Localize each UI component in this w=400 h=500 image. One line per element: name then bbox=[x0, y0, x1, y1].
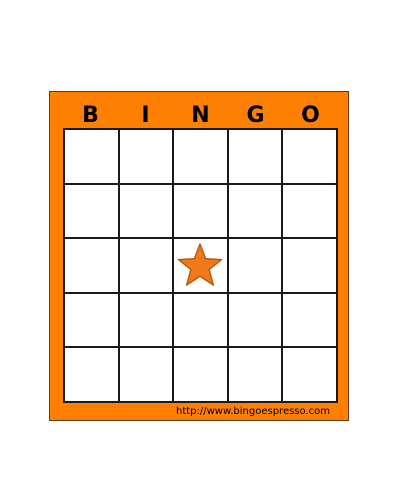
bingo-cell-g5[interactable] bbox=[228, 348, 284, 403]
free-space-cell[interactable] bbox=[174, 239, 229, 294]
bingo-cell-o4[interactable] bbox=[283, 293, 338, 349]
bingo-cell-i2[interactable] bbox=[119, 184, 175, 240]
header-letter-n: N bbox=[191, 102, 210, 128]
header-letter-o: O bbox=[301, 102, 320, 128]
bingo-cell-o2[interactable] bbox=[283, 184, 338, 240]
bingo-cell-o1[interactable] bbox=[283, 130, 338, 185]
bingo-header: B I N G O bbox=[63, 101, 338, 129]
header-letter-b: B bbox=[82, 102, 99, 128]
bingo-cell-b5[interactable] bbox=[65, 348, 120, 403]
star-icon bbox=[178, 243, 223, 287]
header-letter-g: G bbox=[246, 102, 265, 128]
bingo-cell-b2[interactable] bbox=[65, 184, 120, 240]
footer-url-link[interactable]: http://www.bingoespresso.com bbox=[176, 406, 330, 417]
bingo-cell-b3[interactable] bbox=[65, 239, 120, 294]
bingo-cell-b1[interactable] bbox=[65, 130, 120, 185]
bingo-card: B I N G O http://www.bingoespresso.com bbox=[49, 91, 349, 421]
bingo-cell-n1[interactable] bbox=[174, 130, 229, 185]
header-letter-i: I bbox=[141, 102, 150, 128]
bingo-cell-g4[interactable] bbox=[228, 293, 284, 349]
bingo-cell-o5[interactable] bbox=[283, 348, 338, 403]
bingo-cell-i4[interactable] bbox=[119, 293, 175, 349]
bingo-cell-n5[interactable] bbox=[174, 348, 229, 403]
bingo-cell-n2[interactable] bbox=[174, 184, 229, 240]
bingo-cell-i5[interactable] bbox=[119, 348, 175, 403]
bingo-grid bbox=[63, 128, 338, 403]
bingo-cell-i1[interactable] bbox=[119, 130, 175, 185]
bingo-cell-n4[interactable] bbox=[174, 293, 229, 349]
bingo-cell-i3[interactable] bbox=[119, 239, 175, 294]
bingo-cell-b4[interactable] bbox=[65, 293, 120, 349]
bingo-cell-o3[interactable] bbox=[283, 239, 338, 294]
bingo-cell-g3[interactable] bbox=[228, 239, 284, 294]
bingo-cell-g2[interactable] bbox=[228, 184, 284, 240]
bingo-cell-g1[interactable] bbox=[228, 130, 284, 185]
